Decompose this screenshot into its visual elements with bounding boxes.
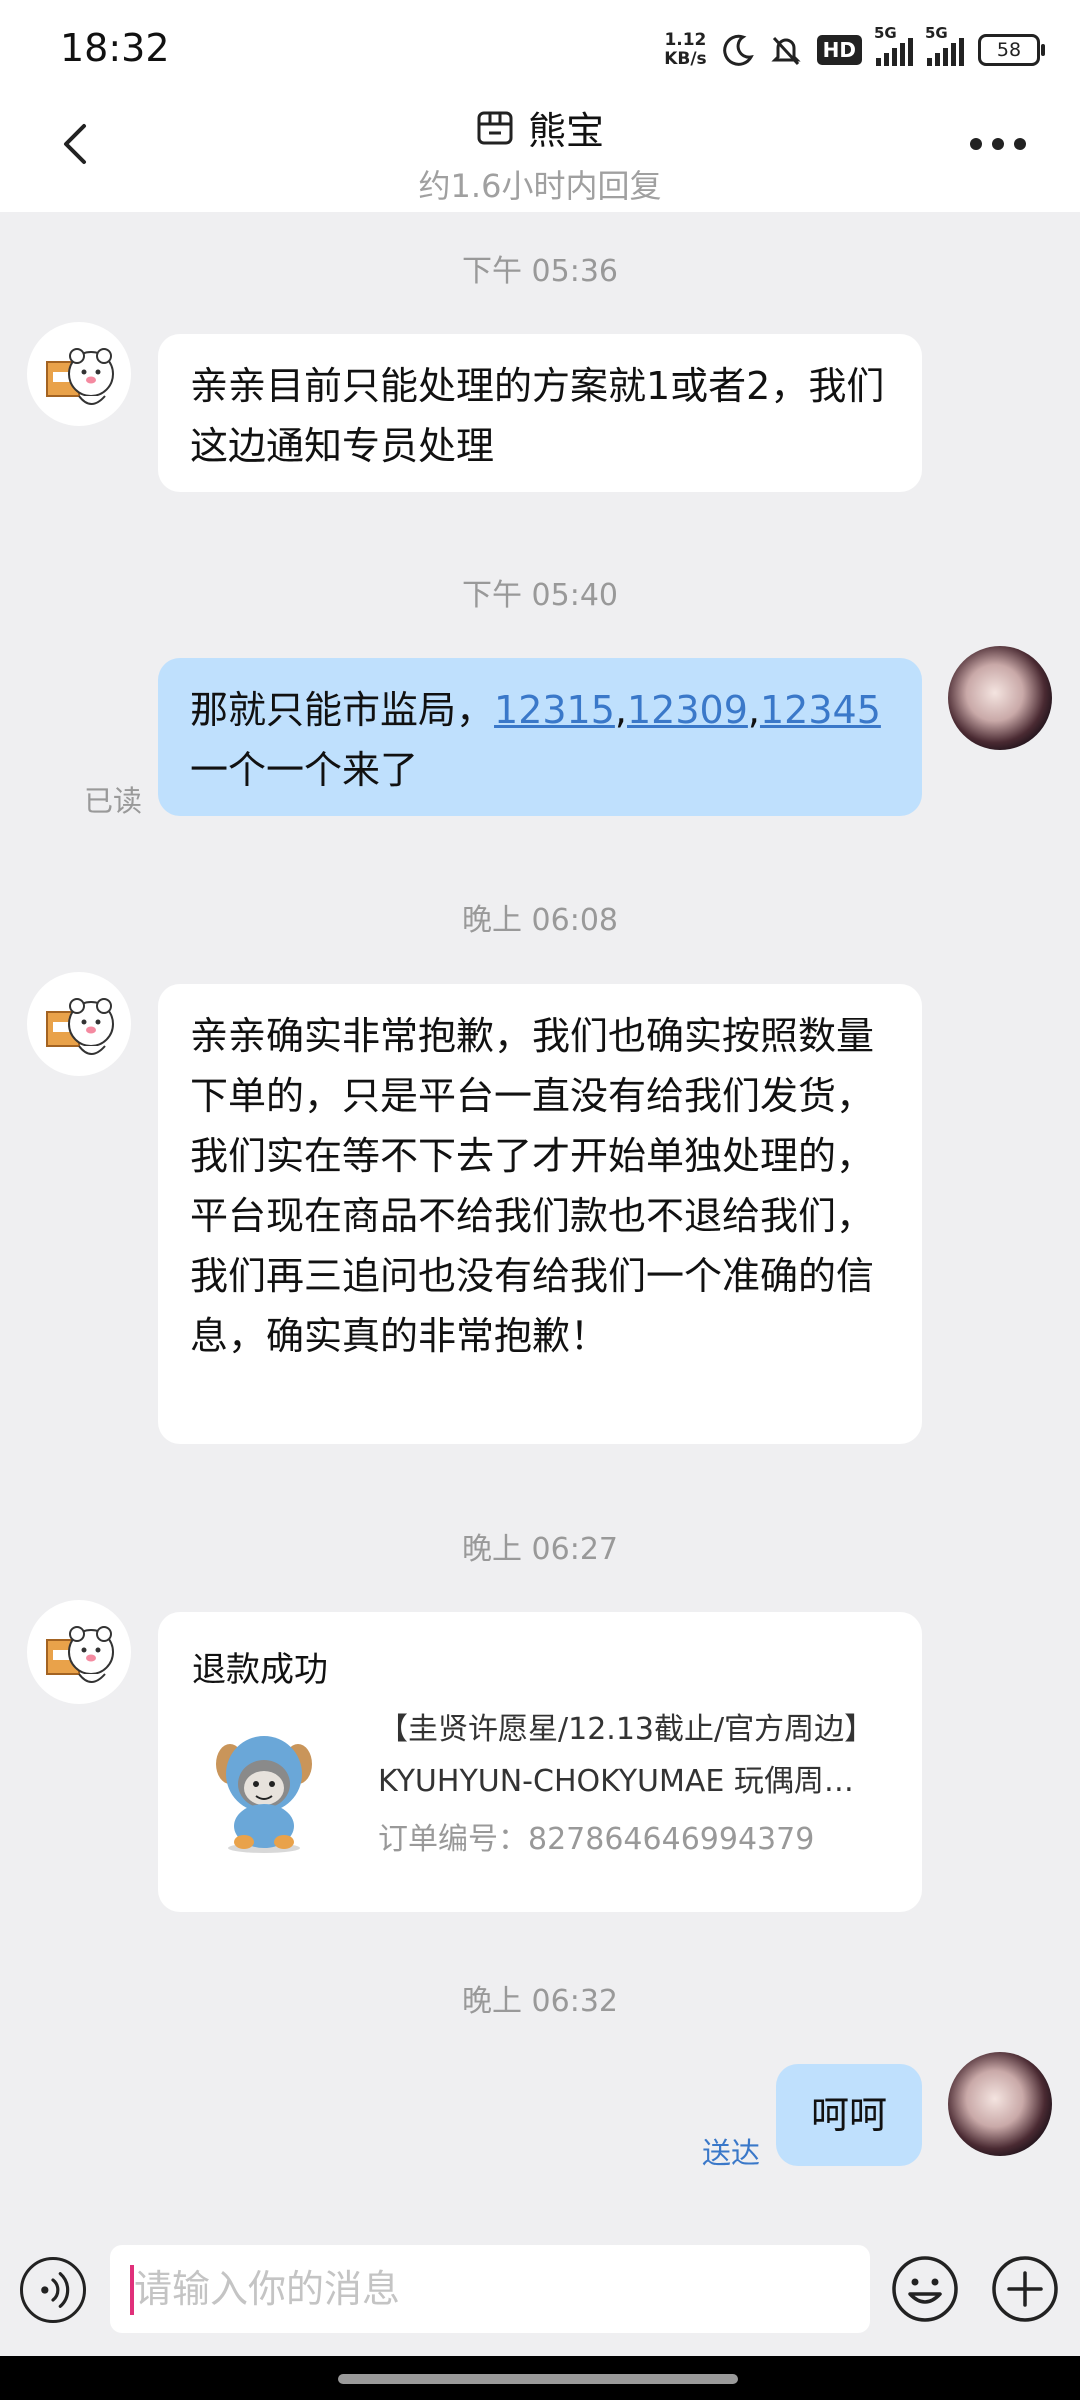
link-separator: , xyxy=(614,688,627,732)
hd-badge: HD xyxy=(816,35,862,65)
shop-mascot-image xyxy=(46,998,114,1055)
link-separator: , xyxy=(747,688,760,732)
timestamp: 晚上 06:32 xyxy=(462,1984,618,2019)
message-text: 呵呵 xyxy=(810,2093,887,2137)
read-status: 已读 xyxy=(84,784,143,818)
shop-icon xyxy=(477,111,513,144)
refund-card[interactable]: 退款成功 【圭贤许愿星/12.13截止/官方周边】 KYUHYUN-CHOKYU… xyxy=(158,1612,922,1912)
product-name-line1: 【圭贤许愿星/12.13截止/官方周边】 xyxy=(378,1712,875,1747)
phone-link[interactable]: 12309 xyxy=(627,688,748,732)
order-number-value: 827864646994379 xyxy=(528,1822,815,1857)
mute-bell-icon xyxy=(771,36,801,66)
shop-name: 熊宝 xyxy=(527,109,604,153)
avatar[interactable] xyxy=(948,646,1052,750)
text-cursor xyxy=(130,2265,134,2315)
voice-icon[interactable] xyxy=(20,2257,86,2323)
avatar[interactable] xyxy=(27,1600,131,1704)
user-avatar-image xyxy=(948,2052,1052,2156)
emoji-icon[interactable] xyxy=(890,2254,960,2324)
status-icons: 1.12 KB/s HD 5G 5G 58 xyxy=(664,24,1045,76)
reply-time-hint: 约1.6小时内回复 xyxy=(418,167,662,205)
message-text: 亲亲目前只能处理的方案就1或者2，我们这边通知专员处理 xyxy=(190,364,885,468)
timestamp: 晚上 06:27 xyxy=(462,1532,618,1567)
card-title: 退款成功 xyxy=(192,1650,328,1690)
status-bar: 18:32 1.12 KB/s HD 5G 5G 58 xyxy=(0,0,1080,98)
product-image[interactable] xyxy=(208,1730,320,1854)
input-placeholder: 请输入你的消息 xyxy=(134,2267,401,2311)
delivered-status: 送达 xyxy=(702,2136,761,2170)
order-number: 订单编号：827864646994379 xyxy=(378,1810,814,1870)
signal-icon: 5G xyxy=(874,24,913,66)
shop-mascot-image xyxy=(46,1626,114,1683)
back-arrow-icon[interactable] xyxy=(52,120,100,168)
sim1-label: 5G xyxy=(874,24,897,42)
chat-header: 熊宝 约1.6小时内回复 xyxy=(0,98,1080,212)
signal-icon-2: 5G xyxy=(925,24,964,66)
phone-link[interactable]: 12315 xyxy=(494,688,615,732)
timestamp: 下午 05:36 xyxy=(462,254,618,289)
message-text: 亲亲确实非常抱歉，我们也确实按照数量下单的，只是平台一直没有给我们发货，我们实在… xyxy=(190,1014,875,1358)
product-name-line2: KYUHYUN-CHOKYUMAE 玩偶周… xyxy=(378,1764,854,1799)
message-text: 那就只能市监局， xyxy=(190,688,495,732)
plus-icon[interactable] xyxy=(990,2254,1060,2324)
product-name: 【圭贤许愿星/12.13截止/官方周边】 KYUHYUN-CHOKYUMAE 玩… xyxy=(378,1704,874,1808)
message-text: 一个一个来了 xyxy=(190,748,419,792)
timestamp: 晚上 06:08 xyxy=(462,903,618,938)
sim2-label: 5G xyxy=(925,24,948,42)
avatar[interactable] xyxy=(27,972,131,1076)
message-bubble[interactable]: 呵呵 xyxy=(776,2064,922,2166)
more-icon[interactable] xyxy=(970,134,1030,154)
avatar[interactable] xyxy=(27,322,131,426)
message-bubble[interactable]: 亲亲目前只能处理的方案就1或者2，我们这边通知专员处理 xyxy=(158,334,922,492)
system-nav-bar xyxy=(0,2356,1080,2400)
input-bar: 请输入你的消息 xyxy=(0,2222,1080,2356)
avatar[interactable] xyxy=(948,2052,1052,2156)
battery-icon: 58 xyxy=(978,34,1045,66)
net-speed: 1.12 KB/s xyxy=(664,31,706,69)
net-speed-value: 1.12 xyxy=(664,30,707,50)
phone-link[interactable]: 12345 xyxy=(760,688,881,732)
order-number-label: 订单编号： xyxy=(378,1822,528,1857)
status-time: 18:32 xyxy=(60,26,170,70)
home-indicator[interactable] xyxy=(338,2374,738,2384)
net-speed-unit: KB/s xyxy=(664,49,707,69)
message-bubble[interactable]: 那就只能市监局，12315,12309,12345 一个一个来了 xyxy=(158,658,922,816)
shop-mascot-image xyxy=(46,348,114,405)
moon-icon xyxy=(722,34,754,66)
user-avatar-image xyxy=(948,646,1052,750)
timestamp: 下午 05:40 xyxy=(462,578,618,613)
message-input[interactable]: 请输入你的消息 xyxy=(110,2245,870,2333)
page-title: 熊宝 xyxy=(476,100,604,155)
message-bubble[interactable]: 亲亲确实非常抱歉，我们也确实按照数量下单的，只是平台一直没有给我们发货，我们实在… xyxy=(158,984,922,1444)
